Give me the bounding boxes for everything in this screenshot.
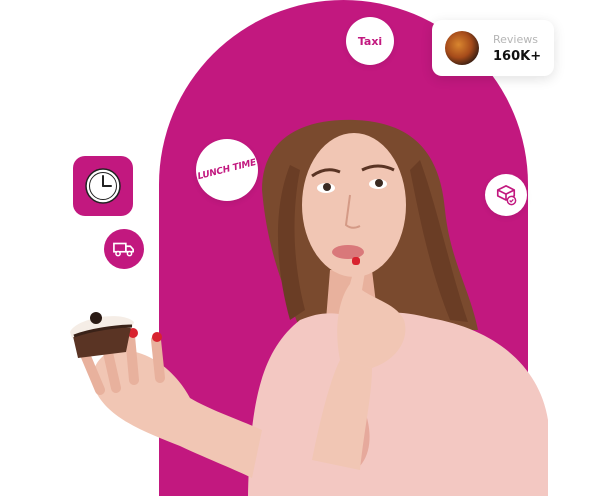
reviews-label: Reviews <box>493 32 538 46</box>
lunch-time-badge: LUNCH TIME <box>196 139 258 201</box>
reviews-card: Reviews 160K+ <box>432 20 554 76</box>
clock-tile <box>73 156 133 216</box>
clock-icon <box>85 168 121 204</box>
chocolate-cupcake-icon <box>70 312 134 358</box>
taxi-badge: Taxi <box>346 17 394 65</box>
delivery-truck-icon <box>113 242 134 257</box>
reviews-count: 160K+ <box>493 48 542 64</box>
delivery-truck-badge <box>104 229 144 269</box>
food-plate-icon <box>445 31 479 65</box>
package-badge <box>485 174 527 216</box>
package-check-icon <box>496 185 517 206</box>
lunch-time-label: LUNCH TIME <box>196 157 258 183</box>
taxi-label: Taxi <box>357 34 383 48</box>
